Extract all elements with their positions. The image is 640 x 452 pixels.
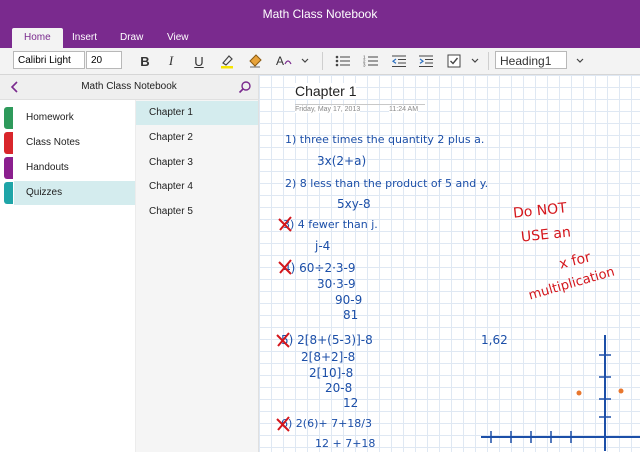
ink-line-12: 2[8+2]-8 bbox=[301, 350, 356, 364]
chevron-down-icon[interactable] bbox=[298, 51, 312, 71]
page-item-chapter-5[interactable]: Chapter 5 bbox=[136, 200, 258, 224]
ribbon-toolbar: Calibri Light 20 B I U A 123 Heading1 bbox=[0, 48, 640, 75]
note-line-2: USE an bbox=[520, 224, 572, 246]
checkbox-tag-icon[interactable] bbox=[445, 51, 463, 71]
section-color-tab bbox=[4, 132, 13, 154]
bullets-icon[interactable] bbox=[334, 51, 352, 71]
svg-text:3: 3 bbox=[363, 63, 366, 68]
underline-button[interactable]: U bbox=[190, 51, 208, 71]
graph-sketch bbox=[481, 335, 640, 451]
ink-line-13: 2[10]-8 bbox=[309, 366, 354, 380]
ribbon-divider bbox=[322, 52, 323, 70]
ink-line-4: 5xy-8 bbox=[337, 197, 371, 211]
ink-line-8: 30·3-9 bbox=[317, 277, 356, 291]
page-item-chapter-3[interactable]: Chapter 3 bbox=[136, 151, 258, 175]
tab-insert[interactable]: Insert bbox=[60, 28, 109, 48]
tab-view[interactable]: View bbox=[155, 28, 201, 48]
section-class-notes[interactable]: Class Notes bbox=[14, 131, 135, 155]
italic-button[interactable]: I bbox=[162, 51, 180, 71]
sections-list: Homework Class Notes Handouts Quizzes bbox=[0, 100, 136, 452]
section-color-tab bbox=[4, 157, 13, 179]
bold-button[interactable]: B bbox=[136, 51, 154, 71]
page-title[interactable]: Chapter 1 bbox=[295, 83, 357, 99]
page-item-chapter-2[interactable]: Chapter 2 bbox=[136, 126, 258, 150]
page-item-chapter-1[interactable]: Chapter 1 bbox=[136, 101, 258, 125]
text-effects-icon[interactable]: A bbox=[275, 51, 293, 71]
navigation-header: Math Class Notebook bbox=[0, 75, 258, 100]
ink-line-14: 20-8 bbox=[325, 381, 353, 395]
note-line-4: multiplication bbox=[527, 264, 617, 304]
page-time: 11:24 AM bbox=[389, 106, 419, 113]
tab-home[interactable]: Home bbox=[12, 28, 63, 48]
ribbon-tabs: Home Insert Draw View bbox=[0, 28, 640, 48]
section-handouts[interactable]: Handouts bbox=[14, 156, 135, 180]
numbering-icon[interactable]: 123 bbox=[362, 51, 380, 71]
svg-text:A: A bbox=[276, 54, 284, 68]
tag-chevron-down-icon[interactable] bbox=[468, 51, 482, 71]
ink-line-6: j-4 bbox=[315, 239, 331, 253]
pages-list: Chapter 1 Chapter 2 Chapter 3 Chapter 4 … bbox=[136, 100, 258, 452]
page-canvas[interactable]: Chapter 1 Friday, May 17, 2013 11:24 AM … bbox=[258, 75, 640, 452]
decrease-indent-icon[interactable] bbox=[390, 51, 408, 71]
notebook-name: Math Class Notebook bbox=[81, 81, 177, 92]
clear-format-icon[interactable] bbox=[246, 51, 264, 71]
section-homework[interactable]: Homework bbox=[14, 106, 135, 130]
page-item-chapter-4[interactable]: Chapter 4 bbox=[136, 175, 258, 199]
ink-line-2: 3x(2+a) bbox=[317, 154, 367, 168]
ink-line-18: 12 + 7+18 bbox=[315, 437, 376, 450]
ink-line-11: 5) 2[8+(5-3)]-8 bbox=[281, 333, 373, 347]
section-color-tab bbox=[4, 182, 13, 204]
red-check-mark bbox=[278, 259, 292, 275]
tab-draw[interactable]: Draw bbox=[108, 28, 155, 48]
increase-indent-icon[interactable] bbox=[417, 51, 435, 71]
page-date: Friday, May 17, 2013 bbox=[295, 106, 361, 113]
note-line-3: x for bbox=[557, 249, 593, 273]
font-name-box[interactable]: Calibri Light bbox=[13, 51, 85, 69]
title-underline bbox=[295, 104, 425, 105]
ink-line-10: 81 bbox=[343, 308, 359, 322]
ink-line-9: 90-9 bbox=[335, 293, 363, 307]
window-title: Math Class Notebook bbox=[262, 7, 378, 21]
ink-line-5: 3) 4 fewer than j. bbox=[283, 218, 378, 231]
red-check-mark bbox=[276, 416, 290, 432]
style-selector[interactable]: Heading1 bbox=[495, 51, 567, 69]
section-color-tab bbox=[4, 107, 13, 129]
ribbon-divider bbox=[488, 52, 489, 70]
font-size-box[interactable]: 20 bbox=[86, 51, 122, 69]
search-icon[interactable] bbox=[238, 80, 252, 94]
ink-line-1: 1) three times the quantity 2 plus a. bbox=[285, 133, 485, 146]
highlight-icon[interactable] bbox=[218, 51, 236, 71]
red-check-mark bbox=[278, 216, 292, 232]
ink-line-3: 2) 8 less than the product of 5 and y. bbox=[285, 177, 489, 190]
note-line-1: Do NOT bbox=[512, 200, 568, 222]
title-bar: Math Class Notebook bbox=[0, 0, 640, 28]
section-quizzes[interactable]: Quizzes bbox=[14, 181, 135, 205]
red-check-mark bbox=[276, 332, 290, 348]
ink-line-17: 6) 2(6)+ 7+18/3 bbox=[281, 417, 372, 430]
ink-line-15: 12 bbox=[343, 396, 359, 410]
style-chevron-down-icon[interactable] bbox=[573, 51, 587, 71]
